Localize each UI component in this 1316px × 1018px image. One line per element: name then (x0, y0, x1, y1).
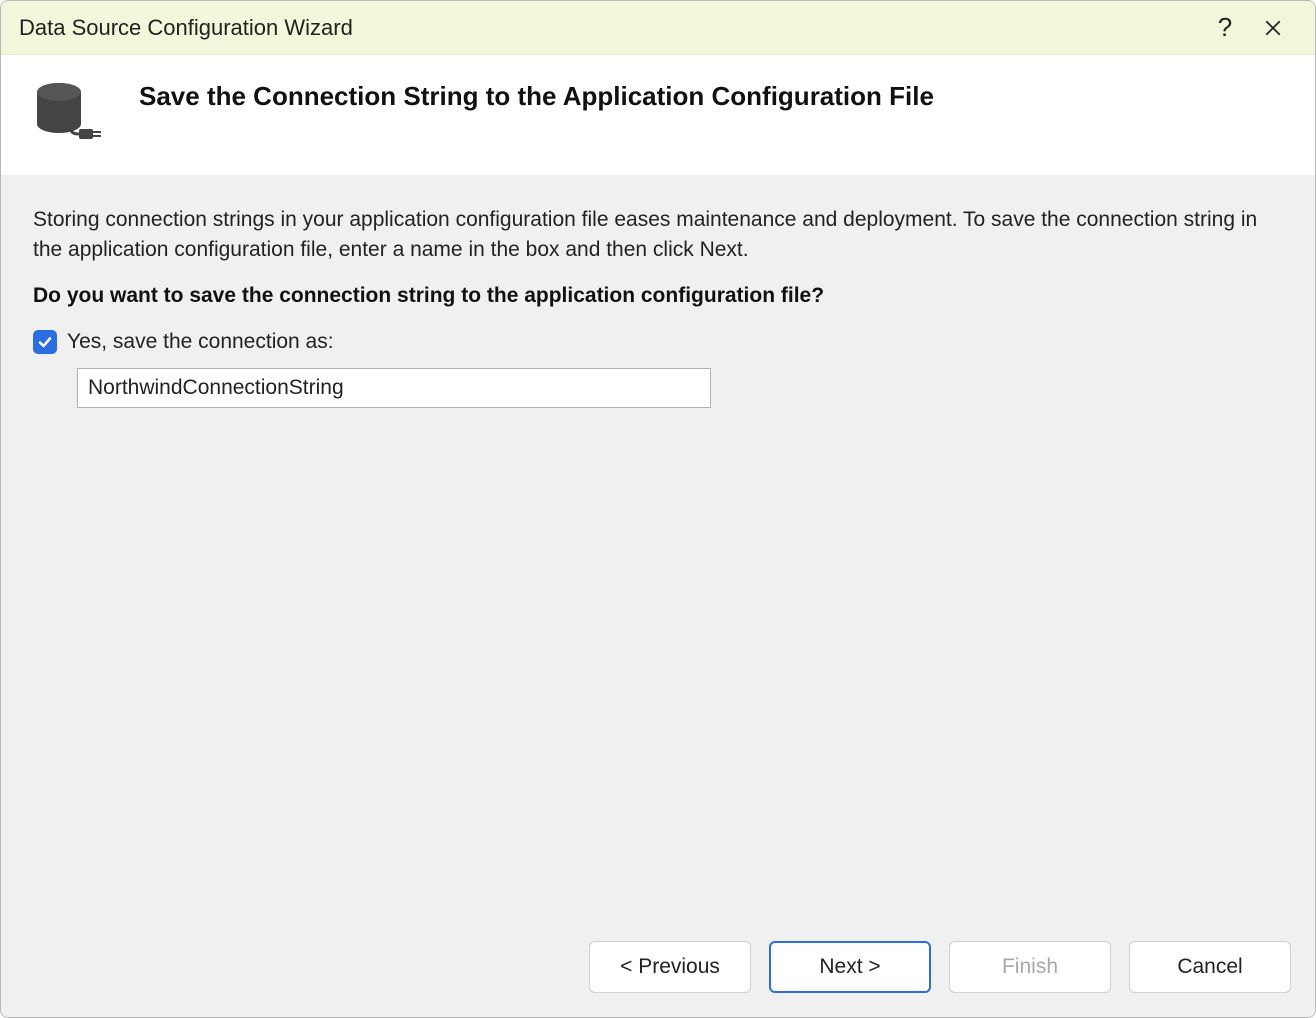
help-icon: ? (1218, 12, 1232, 43)
finish-button: Finish (949, 941, 1111, 993)
header-panel: Save the Connection String to the Applic… (1, 55, 1315, 175)
window-title: Data Source Configuration Wizard (19, 15, 1201, 41)
connection-name-input[interactable] (77, 368, 711, 408)
database-plug-icon (31, 81, 111, 147)
save-connection-checkbox-row: Yes, save the connection as: (33, 330, 1283, 354)
titlebar: Data Source Configuration Wizard ? (1, 1, 1315, 55)
page-title: Save the Connection String to the Applic… (139, 77, 934, 112)
next-button[interactable]: Next > (769, 941, 931, 993)
footer: < Previous Next > Finish Cancel (1, 923, 1315, 1017)
save-connection-checkbox[interactable] (33, 330, 57, 354)
question-text: Do you want to save the connection strin… (33, 284, 1283, 308)
description-text: Storing connection strings in your appli… (33, 205, 1283, 266)
wizard-dialog: Data Source Configuration Wizard ? (0, 0, 1316, 1018)
connection-name-input-wrap (77, 368, 1283, 408)
save-connection-checkbox-label: Yes, save the connection as: (67, 330, 334, 354)
previous-button[interactable]: < Previous (589, 941, 751, 993)
help-button[interactable]: ? (1201, 6, 1249, 50)
close-icon (1264, 19, 1282, 37)
content-panel: Storing connection strings in your appli… (1, 175, 1315, 923)
check-icon (37, 334, 53, 350)
cancel-button[interactable]: Cancel (1129, 941, 1291, 993)
close-button[interactable] (1249, 6, 1297, 50)
